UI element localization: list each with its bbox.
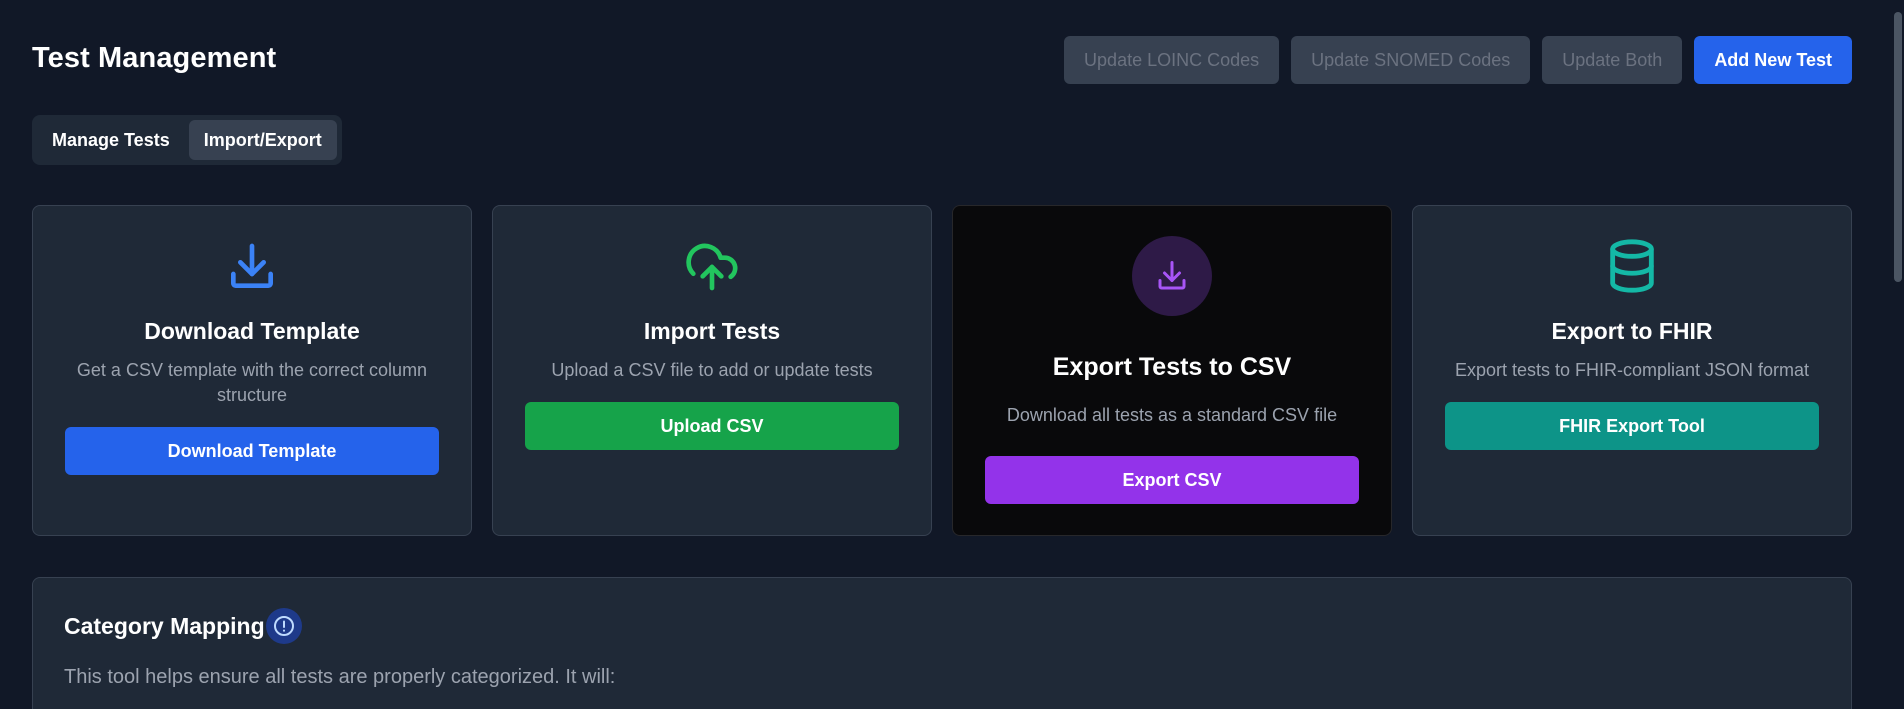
card-title: Import Tests bbox=[643, 318, 781, 344]
download-template-card: Download Template Get a CSV template wit… bbox=[32, 205, 472, 536]
export-fhir-card: Export to FHIR Export tests to FHIR-comp… bbox=[1412, 205, 1852, 536]
fhir-export-tool-button[interactable]: FHIR Export Tool bbox=[1445, 402, 1819, 450]
card-title: Export Tests to CSV bbox=[1052, 353, 1292, 381]
import-export-cards: Download Template Get a CSV template wit… bbox=[32, 205, 1852, 536]
category-mapping-title: Category Mapping bbox=[64, 613, 265, 639]
export-csv-card: Export Tests to CSV Download all tests a… bbox=[952, 205, 1392, 536]
import-tests-card: Import Tests Upload a CSV file to add or… bbox=[492, 205, 932, 536]
download-template-button[interactable]: Download Template bbox=[65, 427, 439, 475]
update-loinc-button[interactable]: Update LOINC Codes bbox=[1064, 36, 1280, 84]
card-description: Get a CSV template with the correct colu… bbox=[76, 360, 428, 405]
page-scrollbar[interactable] bbox=[1892, 0, 1904, 709]
export-csv-button[interactable]: Export CSV bbox=[985, 456, 1359, 504]
upload-csv-button[interactable]: Upload CSV bbox=[525, 402, 899, 450]
card-description: Export tests to FHIR-compliant JSON form… bbox=[1454, 360, 1810, 380]
scrollbar-thumb[interactable] bbox=[1894, 12, 1902, 282]
update-both-button[interactable]: Update Both bbox=[1542, 36, 1683, 84]
category-mapping-panel: Category Mapping This tool helps ensure … bbox=[32, 577, 1852, 709]
download-icon bbox=[1132, 236, 1212, 316]
tab-bar: Manage Tests Import/Export bbox=[32, 115, 342, 165]
test-management-page: Test Management Update LOINC Codes Updat… bbox=[32, 0, 1852, 709]
card-title: Download Template bbox=[144, 318, 360, 344]
tab-manage-tests[interactable]: Manage Tests bbox=[37, 120, 185, 160]
header-actions: Update LOINC Codes Update SNOMED Codes U… bbox=[1064, 36, 1852, 84]
card-description: Download all tests as a standard CSV fil… bbox=[1006, 405, 1338, 425]
cloud-upload-icon bbox=[684, 239, 740, 295]
page-title: Test Management bbox=[32, 42, 277, 74]
add-new-test-button[interactable]: Add New Test bbox=[1694, 36, 1852, 84]
category-mapping-description: This tool helps ensure all tests are pro… bbox=[64, 666, 616, 688]
card-description: Upload a CSV file to add or update tests bbox=[551, 360, 873, 380]
card-title: Export to FHIR bbox=[1551, 318, 1713, 344]
tab-import-export[interactable]: Import/Export bbox=[188, 120, 337, 160]
database-icon bbox=[1603, 236, 1661, 296]
update-snomed-button[interactable]: Update SNOMED Codes bbox=[1291, 36, 1531, 84]
download-icon bbox=[224, 239, 280, 295]
info-icon[interactable] bbox=[266, 608, 302, 644]
